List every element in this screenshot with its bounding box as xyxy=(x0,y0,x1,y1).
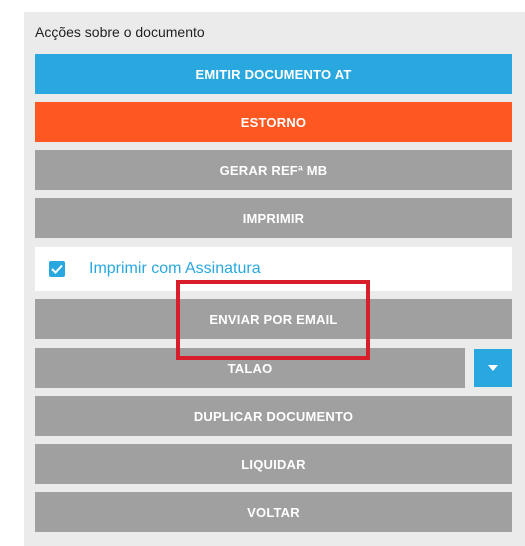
checkbox-checked-icon[interactable] xyxy=(49,261,65,277)
voltar-button[interactable]: VOLTAR xyxy=(35,492,512,532)
imprimir-button[interactable]: IMPRIMIR xyxy=(35,198,512,238)
talao-button[interactable]: TALAO xyxy=(35,348,465,388)
estorno-button[interactable]: ESTORNO xyxy=(35,102,512,142)
gerar-ref-mb-button[interactable]: GERAR REFª MB xyxy=(35,150,512,190)
talao-dropdown-button[interactable] xyxy=(474,349,512,387)
emitir-documento-at-button[interactable]: EMITIR DOCUMENTO AT xyxy=(35,54,512,94)
liquidar-button[interactable]: LIQUIDAR xyxy=(35,444,512,484)
imprimir-com-assinatura-checkbox[interactable]: Imprimir com Assinatura xyxy=(35,247,512,291)
enviar-por-email-button[interactable]: ENVIAR POR EMAIL xyxy=(35,299,512,339)
panel-title: Acções sobre o documento xyxy=(35,24,205,40)
document-actions-panel: Acções sobre o documento EMITIR DOCUMENT… xyxy=(24,12,525,546)
chevron-down-icon xyxy=(488,365,498,371)
checkbox-label: Imprimir com Assinatura xyxy=(89,260,261,277)
duplicar-documento-button[interactable]: DUPLICAR DOCUMENTO xyxy=(35,396,512,436)
